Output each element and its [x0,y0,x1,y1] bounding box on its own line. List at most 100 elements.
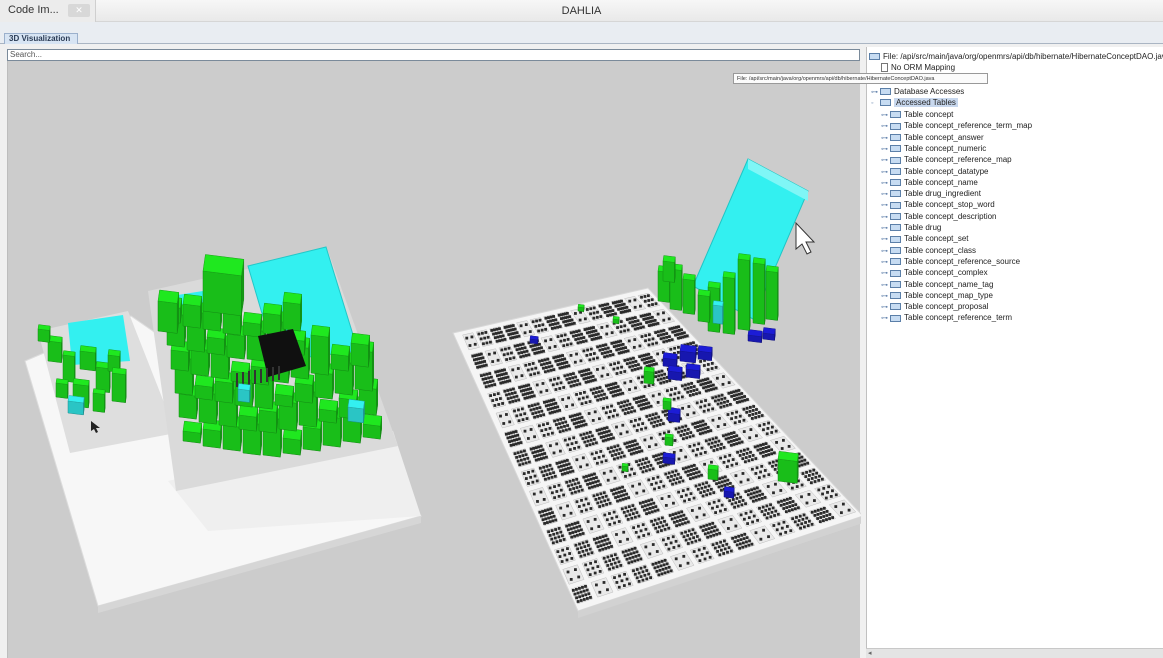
class-block [594,498,598,501]
tree-item-table[interactable]: ⊶ Table concept_name_tag [881,279,993,290]
search-input[interactable]: Search... [7,49,860,61]
class-block [631,440,635,443]
class-block [655,522,659,526]
class-block [604,534,608,538]
class-block [744,544,748,548]
class-block [721,382,725,386]
class-block [796,523,800,527]
class-block [682,375,685,379]
tree-item-table[interactable]: ⊶ Table concept_datatype [881,166,989,177]
horizontal-scrollbar[interactable]: ◂ [866,648,1163,658]
class-block [780,526,784,530]
scroll-left-icon[interactable]: ◂ [868,649,872,657]
tree-item-table[interactable]: ⊶ Table concept_complex [881,267,988,278]
class-block [730,411,734,415]
class-block [521,454,525,457]
class-block [608,450,612,454]
class-block [612,492,616,496]
tab-3d-visualization[interactable]: 3D Visualization [4,33,78,44]
tree-item-table[interactable]: ⊶ Table concept_reference_source [881,256,1020,267]
table-folder-icon [890,111,901,119]
tree-item-table[interactable]: ⊶ Table concept_set [881,233,969,244]
class-block [695,392,698,396]
class-block [628,309,631,312]
tree-item-table[interactable]: ⊶ Table concept_name [881,177,978,188]
class-block [556,376,560,380]
tree-item-table[interactable]: ⊶ Table concept [881,109,953,120]
class-block [538,342,541,346]
3d-visualization-canvas[interactable] [7,61,861,658]
class-block [531,412,535,415]
expand-icon[interactable]: ⊶ [881,313,889,324]
class-block [542,474,546,477]
class-block [565,405,569,408]
class-block [542,423,545,427]
class-block [746,478,750,482]
class-block [795,516,798,519]
tree-item-table[interactable]: ⊶ Table concept_numeric [881,143,986,154]
tree-item-table[interactable]: ⊶ Table drug [881,222,941,233]
tree-item-table[interactable]: ⊶ Table concept_proposal [881,301,989,312]
class-block [570,535,574,539]
class-block [573,418,577,421]
class-block [582,419,586,423]
class-block [721,544,725,547]
class-block [547,516,550,520]
tree-item-table[interactable]: ⊶ Table concept_description [881,211,997,222]
class-block [648,414,652,417]
class-block [587,368,591,372]
class-block [615,565,619,569]
3d-scene[interactable] [8,61,861,658]
class-block [579,590,583,594]
tree-item-file[interactable]: File: /api/src/main/java/org/openmrs/api… [869,51,1163,62]
class-block [678,480,681,484]
class-block [598,536,602,539]
green-block [682,273,696,281]
class-block [732,435,736,438]
class-block [665,335,669,339]
class-block [639,322,643,326]
tree-item-table[interactable]: ⊶ Table concept_map_type [881,290,993,301]
class-block [573,592,577,596]
class-block [516,367,520,370]
tree-item-table[interactable]: ⊶ Table concept_reference_map [881,154,1012,165]
tree-item-no-orm[interactable]: No ORM Mapping [881,62,955,73]
tree-item-table[interactable]: ⊶ Table drug_ingredient [881,188,981,199]
class-block [707,388,711,392]
class-block [552,451,556,455]
table-folder-icon [890,167,901,175]
class-block [670,388,673,391]
tree-item-label: Table concept_description [904,211,997,221]
class-block [805,470,808,474]
class-block [576,413,579,417]
class-block [657,374,661,378]
tree-item-table[interactable]: ⊶ Table concept_answer [881,132,984,143]
green-block [194,384,213,401]
class-block [552,368,556,372]
class-block [490,383,494,387]
tree-item-table[interactable]: ⊶ Table concept_reference_term [881,312,1012,323]
class-block [665,380,669,383]
class-block [532,446,536,450]
tree-item-accessed-tables[interactable]: ◦ Accessed Tables [871,97,958,108]
class-block [787,444,791,448]
tree-item-table[interactable]: ⊶ Table concept_reference_term_map [881,120,1032,131]
class-block [745,540,748,544]
collapse-icon[interactable]: ◦ [871,98,879,109]
class-block [819,507,823,511]
class-block [572,321,576,325]
tree-item-table[interactable]: ⊶ Table concept_class [881,245,976,256]
class-block [479,337,483,341]
class-block [674,387,677,390]
class-block [673,439,677,442]
tree-item-table[interactable]: ⊶ Table concept_stop_word [881,199,995,210]
class-block [561,421,564,425]
class-block [519,441,523,444]
class-block [630,547,634,551]
tree-item-database-accesses[interactable]: ⊶ Database Accesses [871,86,964,97]
class-block [720,503,724,507]
class-block [595,315,599,319]
class-block [682,467,685,471]
class-block [756,444,760,448]
class-block [598,428,601,432]
